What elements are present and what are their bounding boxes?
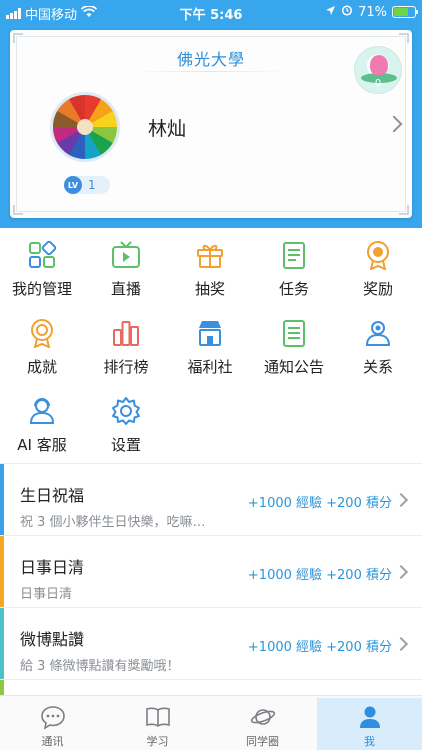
status-bar: 中国移动 下午 5:46 71% — [0, 0, 422, 24]
task-description: 給 3 條微博點讚有獎勵哦！ — [20, 659, 180, 674]
task-title: 日事日清 — [20, 558, 85, 577]
list-item[interactable]: 微博點讚 給 3 條微博點讚有獎勵哦！ +1000 經驗 +200 積分 — [0, 607, 422, 679]
book-icon — [145, 704, 171, 730]
notice-icon — [279, 318, 309, 348]
frame-corner — [13, 205, 23, 215]
tab-label: 通讯 — [41, 735, 64, 748]
menu-item-store[interactable]: 福利社 — [168, 306, 252, 382]
frame-corner — [13, 33, 23, 43]
tab-study[interactable]: 学习 — [105, 698, 210, 750]
menu-item-notices[interactable]: 通知公告 — [252, 306, 336, 382]
menu-label: 关系 — [362, 358, 393, 376]
store-icon — [195, 318, 225, 348]
menu-item-tasks[interactable]: 任务 — [252, 228, 336, 304]
menu-item-rewards[interactable]: 奖励 — [336, 228, 420, 304]
level-badge: LV 1 — [64, 176, 110, 194]
menu-label: 福利社 — [187, 358, 233, 376]
avatar[interactable] — [50, 92, 120, 162]
menu-label: AI 客服 — [17, 436, 67, 454]
chevron-right-icon — [393, 564, 409, 580]
ranking-bars-icon — [111, 318, 141, 348]
menu-label: 排行榜 — [103, 358, 149, 376]
task-list-icon — [279, 240, 309, 270]
gift-icon — [195, 240, 225, 270]
list-item[interactable]: 生日祝福 祝 3 個小夥伴生日快樂，吃嘛… +1000 經驗 +200 積分 — [0, 463, 422, 535]
battery-percent: 71% — [358, 4, 387, 20]
menu-label: 通知公告 — [263, 358, 324, 376]
award-medal-icon — [363, 240, 393, 271]
person-icon — [357, 704, 383, 730]
menu-label: 直播 — [110, 280, 141, 298]
task-reward: +1000 經驗 +200 積分 — [247, 496, 392, 511]
menu-label: 成就 — [26, 358, 57, 376]
task-title: 生日祝福 — [20, 486, 85, 505]
tv-icon — [111, 240, 141, 270]
menu-item-lottery[interactable]: 抽奖 — [168, 228, 252, 304]
tab-label: 学习 — [146, 735, 169, 748]
task-description: 祝 3 個小夥伴生日快樂，吃嘛… — [20, 515, 206, 530]
title-divider — [130, 71, 292, 72]
menu-label: 任务 — [278, 280, 309, 298]
lotus-icon[interactable]: 0 — [354, 46, 402, 94]
task-description: 日事日清 — [20, 587, 73, 602]
alarm-icon — [341, 4, 353, 20]
tab-messages[interactable]: 通讯 — [0, 698, 105, 750]
task-reward: +1000 經驗 +200 積分 — [247, 568, 392, 583]
school-name: 佛光大學 — [176, 50, 245, 69]
tab-me[interactable]: 我 — [317, 698, 422, 750]
grid-manage-icon — [27, 240, 57, 270]
frame-corner — [399, 33, 409, 43]
bottom-tab-bar: 通讯 学习 同学圈 我 — [0, 695, 422, 750]
tab-label: 我 — [364, 735, 375, 748]
menu-item-ai-service[interactable]: AI 客服 — [0, 384, 84, 460]
task-title: 微博點讚 — [20, 630, 85, 649]
lotus-petal — [370, 55, 388, 75]
frame-corner — [399, 205, 409, 215]
menu-item-achievements[interactable]: 成就 — [0, 306, 84, 382]
chat-bubble-icon — [40, 704, 66, 730]
chevron-right-icon — [393, 492, 409, 508]
menu-item-relations[interactable]: 关系 — [336, 306, 420, 382]
feature-grid: 我的管理 直播 抽奖 任务 奖励 成就 排行榜 福利社 通知公告 关系 AI 客… — [0, 228, 422, 463]
menu-label: 抽奖 — [194, 280, 225, 298]
user-name: 林灿 — [148, 118, 187, 140]
battery-icon — [392, 6, 418, 18]
row-accent — [0, 536, 4, 607]
tab-label: 同学圈 — [246, 735, 279, 748]
lotus-count: 0 — [374, 78, 382, 89]
menu-item-live[interactable]: 直播 — [84, 228, 168, 304]
profile-card[interactable]: 佛光大學 林灿 0 LV 1 — [10, 30, 412, 218]
level-value: 1 — [88, 178, 96, 192]
row-accent — [0, 464, 4, 535]
menu-item-manage[interactable]: 我的管理 — [0, 228, 84, 304]
menu-label: 设置 — [110, 436, 141, 454]
list-item[interactable]: 日事日清 日事日清 +1000 經驗 +200 積分 — [0, 535, 422, 607]
relations-icon — [363, 318, 393, 348]
menu-label: 我的管理 — [11, 280, 72, 298]
menu-item-ranking[interactable]: 排行榜 — [84, 306, 168, 382]
row-accent — [0, 608, 4, 679]
menu-label: 奖励 — [362, 280, 393, 298]
task-reward: +1000 經驗 +200 積分 — [247, 640, 392, 655]
chevron-right-icon — [393, 636, 409, 652]
tab-classmates[interactable]: 同学圈 — [210, 698, 315, 750]
location-arrow-icon — [325, 5, 336, 20]
ai-service-icon — [27, 396, 57, 426]
gear-icon — [111, 396, 141, 426]
planet-icon — [250, 704, 276, 730]
menu-item-settings[interactable]: 设置 — [84, 384, 168, 460]
level-icon: LV — [64, 176, 82, 194]
achievement-medal-icon — [27, 318, 57, 349]
